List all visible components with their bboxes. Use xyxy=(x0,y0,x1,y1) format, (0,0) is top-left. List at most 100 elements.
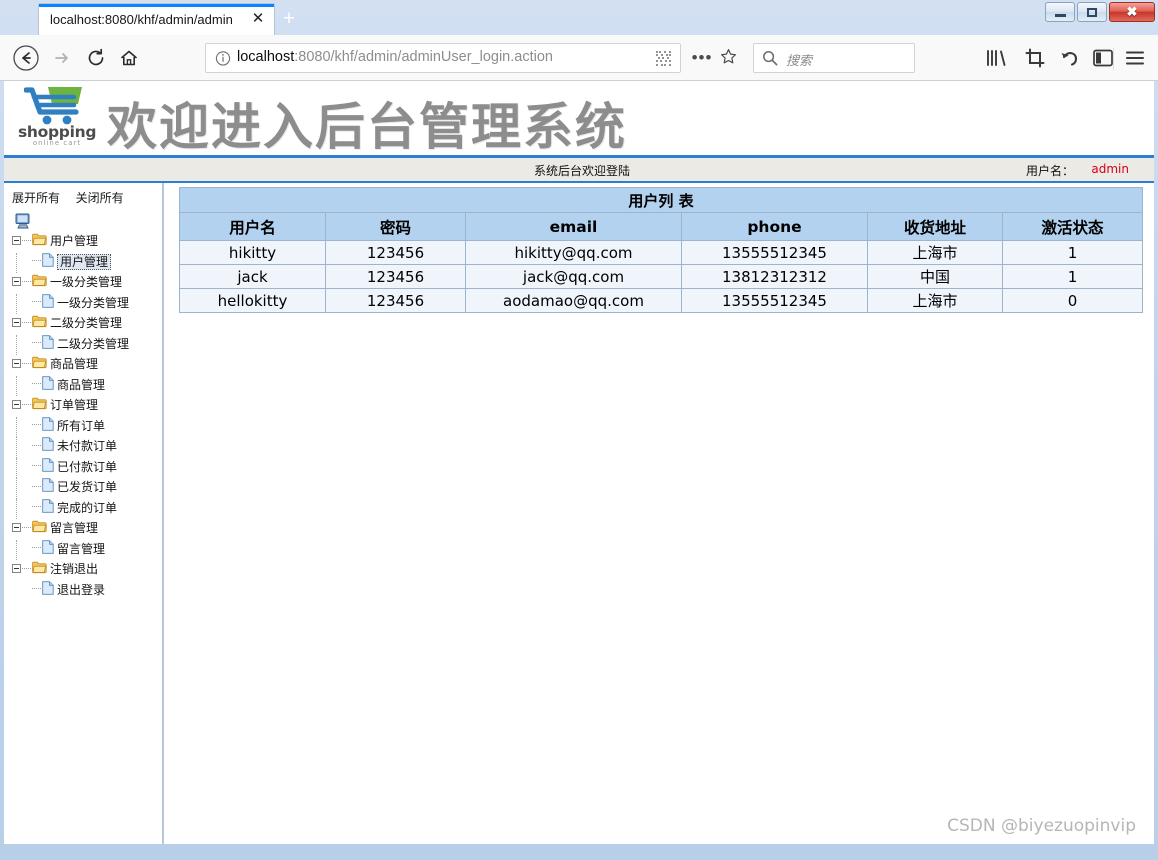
computer-icon[interactable] xyxy=(14,212,32,230)
tree-node-item[interactable]: 完成的订单 xyxy=(4,498,162,519)
folder-icon xyxy=(32,356,47,372)
tree-node-label: 已发货订单 xyxy=(57,480,118,494)
tree-node-folder[interactable]: 留言管理 xyxy=(4,519,162,540)
close-icon[interactable]: ✕ xyxy=(250,11,266,27)
table-cell: 123456 xyxy=(325,240,466,265)
window-controls: ✖ xyxy=(1045,2,1155,22)
tree-toggle-icon[interactable] xyxy=(12,564,21,573)
folder-icon xyxy=(32,561,47,577)
undo-icon[interactable] xyxy=(1058,47,1082,69)
tree-node-folder[interactable]: 二级分类管理 xyxy=(4,314,162,335)
sidebar-tree: 用户管理 用户管理 一级分类管理 一级分类管理 二级分类管理 二级分类管理 商品管理 商品管理… xyxy=(4,232,162,601)
expand-all-link[interactable]: 展开所有 xyxy=(12,191,60,205)
file-icon xyxy=(42,252,54,270)
table-cell: 123456 xyxy=(325,264,466,289)
plus-icon[interactable]: + xyxy=(279,8,299,29)
address-bar[interactable]: localhost:8080/khf/admin/adminUser_login… xyxy=(205,43,681,73)
tree-node-item[interactable]: 商品管理 xyxy=(4,375,162,396)
toolbar-divider xyxy=(1113,48,1114,70)
collapse-all-link[interactable]: 关闭所有 xyxy=(76,191,124,205)
folder-icon xyxy=(32,233,47,249)
file-icon xyxy=(42,580,54,598)
page-title: 欢迎进入后台管理系统 xyxy=(107,98,627,156)
tree-toggle-icon[interactable] xyxy=(12,277,21,286)
table-column-header: 密码 xyxy=(325,212,466,241)
watermark-text: CSDN @biyezuopinvip xyxy=(947,816,1136,836)
tree-node-label: 商品管理 xyxy=(50,357,99,371)
tree-node-item[interactable]: 已付款订单 xyxy=(4,457,162,478)
tree-node-item[interactable]: 用户管理 xyxy=(4,252,162,273)
table-cell: 上海市 xyxy=(867,288,1003,313)
file-icon xyxy=(42,539,54,557)
tree-toggle-icon[interactable] xyxy=(12,318,21,327)
tree-node-label: 一级分类管理 xyxy=(57,295,130,310)
tree-node-label: 一级分类管理 xyxy=(50,275,123,289)
site-banner: shopping online cart 欢迎进入后台管理系统 xyxy=(4,81,1154,158)
table-cell: 1 xyxy=(1001,264,1144,289)
tree-toggle-icon[interactable] xyxy=(12,236,21,245)
tree-node-item[interactable]: 已发货订单 xyxy=(4,478,162,499)
tree-toggle-icon[interactable] xyxy=(12,359,21,368)
username-label: 用户名： xyxy=(1025,164,1074,178)
tree-node-folder[interactable]: 订单管理 xyxy=(4,396,162,417)
tree-node-item[interactable]: 一级分类管理 xyxy=(4,293,162,314)
main-content: 用户列 表 用户名 密码 email phone 收货地址 激活状态 hikitty 123… xyxy=(166,183,1154,844)
site-logo[interactable]: shopping online cart xyxy=(16,83,96,151)
screenshot-icon[interactable] xyxy=(1023,47,1047,69)
file-icon xyxy=(42,293,54,311)
back-arrow-icon[interactable] xyxy=(12,44,40,72)
table-title: 用户列 表 xyxy=(178,187,1144,213)
search-icon xyxy=(762,50,778,66)
file-icon xyxy=(42,334,54,352)
reload-icon[interactable] xyxy=(82,44,110,72)
table-cell: 0 xyxy=(1001,288,1144,313)
table-body: hikitty 123456 hikitty@qq.com 13555512345 上海… xyxy=(179,240,1144,313)
tree-node-item[interactable]: 留言管理 xyxy=(4,539,162,560)
page-actions-icon[interactable]: ••• xyxy=(691,48,713,68)
table-column-header: 激活状态 xyxy=(1001,212,1144,241)
table-cell: 13555512345 xyxy=(681,240,868,265)
tab-strip: localhost:8080/khf/admin/admin ✕ + ✖ xyxy=(0,0,1158,35)
file-icon xyxy=(42,437,54,454)
page-viewport: shopping online cart 欢迎进入后台管理系统 系统后台欢迎登陆… xyxy=(4,81,1154,844)
table-row: hellokitty 123456 aodamao@qq.com 1355551234… xyxy=(179,288,1144,313)
table-header-row: 用户名 密码 email phone 收货地址 激活状态 xyxy=(179,212,1144,241)
table-cell: 13555512345 xyxy=(681,288,868,313)
tree-toggle-icon[interactable] xyxy=(12,523,21,532)
logo-subtitle: online cart xyxy=(32,139,82,147)
hamburger-menu-icon[interactable] xyxy=(1124,47,1146,69)
star-icon[interactable] xyxy=(718,48,738,70)
navigation-toolbar: localhost:8080/khf/admin/adminUser_login… xyxy=(0,35,1158,81)
tree-node-item[interactable]: 退出登录 xyxy=(4,580,162,602)
url-path: :8080/khf/admin/adminUser_login.action xyxy=(294,49,553,65)
table-row: jack 123456 jack@qq.com 13812312312 中国 1 xyxy=(179,264,1144,289)
x-icon[interactable]: ✖ xyxy=(1109,2,1155,22)
tree-toggle-icon[interactable] xyxy=(12,400,21,409)
tree-node-label: 留言管理 xyxy=(57,541,106,556)
tree-node-item[interactable]: 所有订单 xyxy=(4,416,162,437)
minimize-icon[interactable] xyxy=(1045,2,1075,22)
folder-icon xyxy=(32,274,47,290)
maximize-icon[interactable] xyxy=(1077,2,1107,22)
tree-node-folder[interactable]: 注销退出 xyxy=(4,560,162,581)
search-bar[interactable]: 搜索 xyxy=(753,43,915,73)
tree-node-item[interactable]: 二级分类管理 xyxy=(4,334,162,355)
browser-window: localhost:8080/khf/admin/admin ✕ + ✖ loc… xyxy=(0,0,1158,860)
sidebar-icon[interactable] xyxy=(1091,47,1115,69)
home-icon[interactable] xyxy=(115,44,143,72)
tree-node-folder[interactable]: 用户管理 xyxy=(4,232,162,253)
file-icon xyxy=(42,457,54,475)
tree-node-label: 用户管理 xyxy=(57,253,112,270)
browser-tab-active[interactable]: localhost:8080/khf/admin/admin ✕ xyxy=(38,3,275,35)
library-icon[interactable] xyxy=(983,47,1009,69)
tab-title: localhost:8080/khf/admin/admin xyxy=(50,12,233,27)
page-body: 展开所有 关闭所有 用户管理 用户管理 一级分类管理 一级分类管理 二级分类管理 二级分类… xyxy=(4,183,1154,844)
qr-code-icon[interactable] xyxy=(656,51,672,67)
table-column-header: 用户名 xyxy=(179,212,326,241)
tree-node-item[interactable]: 未付款订单 xyxy=(4,437,162,458)
tree-node-folder[interactable]: 一级分类管理 xyxy=(4,273,162,294)
forward-arrow-icon[interactable] xyxy=(48,44,76,72)
search-input[interactable]: 搜索 xyxy=(786,50,812,69)
info-icon[interactable] xyxy=(214,50,231,67)
tree-node-folder[interactable]: 商品管理 xyxy=(4,355,162,376)
